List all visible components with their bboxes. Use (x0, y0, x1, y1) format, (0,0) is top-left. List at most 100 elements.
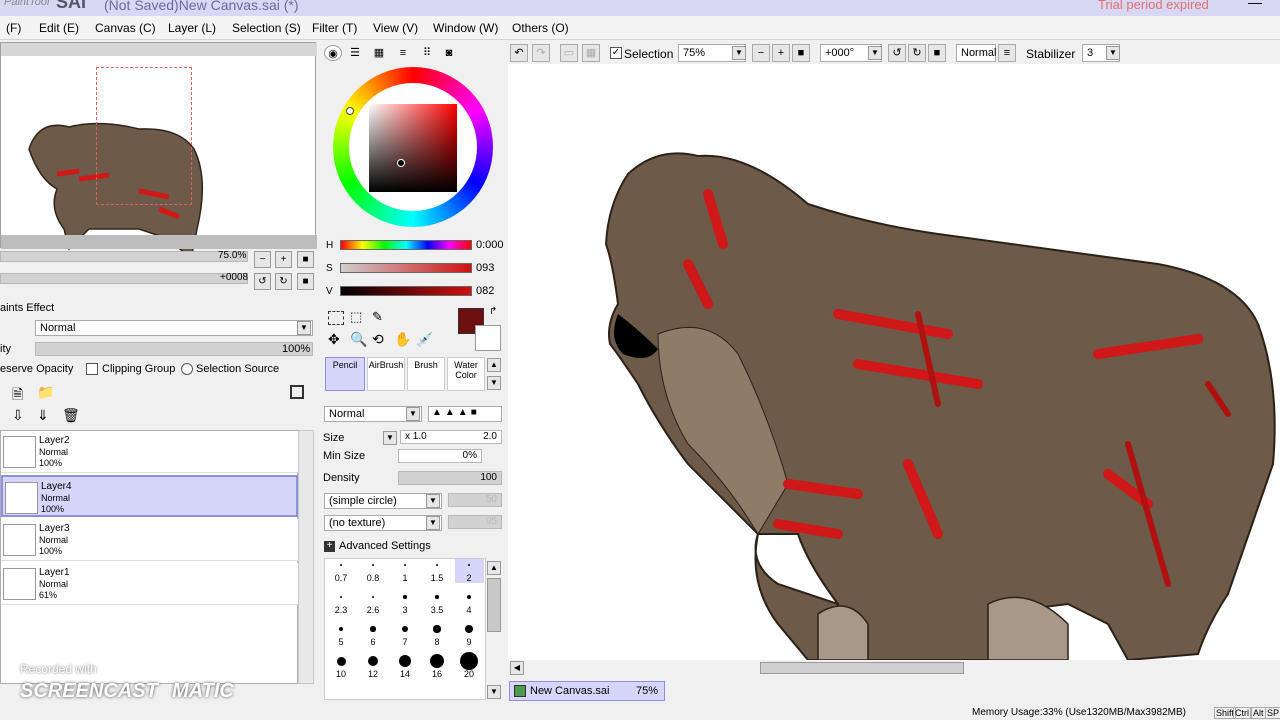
layer-row[interactable]: Layer3 Normal 100% (1, 519, 298, 561)
rotate-reset-button[interactable]: ■ (297, 273, 314, 290)
brush-size-label[interactable]: 12 (358, 669, 388, 679)
brush-size-label[interactable]: 3.5 (422, 605, 452, 615)
menu-canvas[interactable]: Canvas (C) (95, 21, 156, 35)
brush-airbrush[interactable]: AirBrush (367, 357, 405, 391)
brush-brush[interactable]: Brush (407, 357, 445, 391)
brush-size-label[interactable]: 9 (454, 637, 484, 647)
brush-pencil[interactable]: Pencil (325, 357, 365, 391)
brush-size-label[interactable]: 20 (454, 669, 484, 679)
navigator-panel[interactable] (0, 42, 317, 261)
zoom-out-canvas-button[interactable]: − (752, 44, 770, 62)
brush-size-label[interactable]: 7 (390, 637, 420, 647)
move-icon[interactable]: ✥ (328, 331, 340, 348)
zoom-slider[interactable] (0, 251, 248, 262)
layer-scrollbar[interactable] (298, 430, 314, 684)
brush-size-label[interactable]: 1.5 (422, 573, 452, 583)
brush-size-label[interactable]: 2.6 (358, 605, 388, 615)
size-slider[interactable]: x 1.0 2.0 (400, 430, 502, 444)
brush-size-label[interactable]: 0.8 (358, 573, 388, 583)
canvas-scroll-thumb[interactable] (760, 662, 964, 674)
new-folder-icon[interactable]: 📁 (37, 384, 54, 401)
selection-source-radio[interactable] (181, 363, 193, 375)
color-wheel-tab[interactable]: ◉ (324, 45, 342, 61)
brush-size-label[interactable]: 14 (390, 669, 420, 679)
brush-size-label[interactable]: 6 (358, 637, 388, 647)
brush-size-label[interactable]: 2 (454, 573, 484, 583)
invert-selection-button[interactable]: ▦ (582, 44, 600, 62)
layer-row[interactable]: Layer1 Normal 61% (1, 563, 298, 605)
brush-size-label[interactable]: 4 (454, 605, 484, 615)
rotate-icon[interactable]: ⟲ (372, 331, 384, 348)
shape-strength-slider[interactable]: 50 (448, 493, 502, 507)
layer-row[interactable]: Layer2 Normal 100% (1, 431, 298, 473)
advanced-settings-label[interactable]: Advanced Settings (339, 540, 431, 552)
undo-button[interactable]: ↶ (510, 44, 528, 62)
drawing-canvas[interactable] (508, 64, 1280, 662)
menu-selection[interactable]: Selection (S) (232, 21, 301, 35)
hand-icon[interactable]: ✋ (394, 331, 411, 348)
navigator-view-rect[interactable] (96, 67, 192, 205)
rotate-reset-canvas-button[interactable]: ■ (928, 44, 946, 62)
menu-filter[interactable]: Filter (T) (312, 21, 357, 35)
flip-button[interactable]: ≡ (998, 44, 1016, 62)
brush-shape-select[interactable]: (simple circle) ▼ (324, 493, 442, 509)
brush-size-label[interactable]: 5 (326, 637, 356, 647)
selection-checkbox[interactable]: ✓ (610, 47, 622, 59)
chevron-down-icon[interactable]: ▼ (487, 685, 501, 699)
zoom-reset-button[interactable]: ■ (297, 251, 314, 268)
density-slider[interactable]: 100 (398, 471, 502, 485)
swap-colors-icon[interactable]: ↱ (489, 306, 497, 317)
scratchpad-tab[interactable]: ⠿ (418, 45, 436, 61)
brush-edge-selector[interactable]: ▲▲▲■ (428, 406, 502, 422)
min-size-slider[interactable]: 0% (398, 449, 482, 463)
brush-size-label[interactable]: 8 (422, 637, 452, 647)
rotate-right-button[interactable]: ↻ (275, 273, 292, 290)
chevron-up-icon[interactable]: ▲ (487, 358, 501, 372)
texture-strength-slider[interactable]: 95 (448, 515, 502, 529)
user-swatch-tab[interactable]: ◙ (440, 45, 458, 61)
transfer-down-icon[interactable]: ⇩ (12, 407, 24, 424)
rotate-right-canvas-button[interactable]: ↻ (908, 44, 926, 62)
brush-size-label[interactable]: 0.7 (326, 573, 356, 583)
rotate-slider[interactable] (0, 273, 248, 284)
hue-marker[interactable] (346, 107, 354, 115)
brush-blend-select[interactable]: Normal ▼ (324, 406, 422, 422)
opacity-slider[interactable] (35, 342, 313, 356)
clipping-group-checkbox[interactable] (86, 363, 98, 375)
brush-watercolor[interactable]: Water Color (447, 357, 485, 391)
zoom-out-button[interactable]: − (254, 251, 271, 268)
brush-grid-scrollbar[interactable] (487, 578, 501, 632)
menu-edit[interactable]: Edit (E) (39, 21, 79, 35)
mask-icon[interactable] (290, 385, 304, 399)
rotate-left-canvas-button[interactable]: ↺ (888, 44, 906, 62)
menu-view[interactable]: View (V) (373, 21, 418, 35)
secondary-color-swatch[interactable] (475, 325, 501, 351)
canvas-tab[interactable]: New Canvas.sai 75% (509, 681, 665, 701)
zoom-reset-canvas-button[interactable]: ■ (792, 44, 810, 62)
new-layer-icon[interactable]: 🗎 (12, 384, 23, 408)
magic-wand-icon[interactable]: ✎ (372, 309, 383, 325)
redo-button[interactable]: ↷ (532, 44, 550, 62)
swatches-tab[interactable]: ▦ (370, 45, 388, 61)
brush-size-label[interactable]: 2.3 (326, 605, 356, 615)
zoom-in-button[interactable]: + (275, 251, 292, 268)
deselect-button[interactable]: ▭ (560, 44, 578, 62)
brush-size-label[interactable]: 1 (390, 573, 420, 583)
value-slider[interactable] (340, 286, 472, 296)
brush-size-label[interactable]: 16 (422, 669, 452, 679)
menu-window[interactable]: Window (W) (433, 21, 498, 35)
merge-down-icon[interactable]: ⇓ (37, 407, 49, 424)
plus-icon[interactable]: + (324, 541, 335, 552)
rotate-left-button[interactable]: ↺ (254, 273, 271, 290)
size-mult-dropdown[interactable]: ▼ (383, 431, 397, 445)
minimize-button[interactable]: — (1248, 0, 1262, 10)
trash-icon[interactable]: 🗑 (62, 407, 80, 424)
chevron-left-icon[interactable]: ◀ (510, 661, 524, 675)
zoom-icon[interactable]: 🔍 (350, 331, 367, 348)
chevron-down-icon[interactable]: ▼ (487, 376, 501, 390)
brush-texture-select[interactable]: (no texture) ▼ (324, 515, 442, 531)
menu-layer[interactable]: Layer (L) (168, 21, 216, 35)
blend-mode-select[interactable]: Normal ▼ (35, 320, 313, 336)
canvas-hscrollbar[interactable]: ◀ (508, 660, 1280, 676)
layer-row-selected[interactable]: Layer4 Normal 100% (1, 475, 298, 517)
